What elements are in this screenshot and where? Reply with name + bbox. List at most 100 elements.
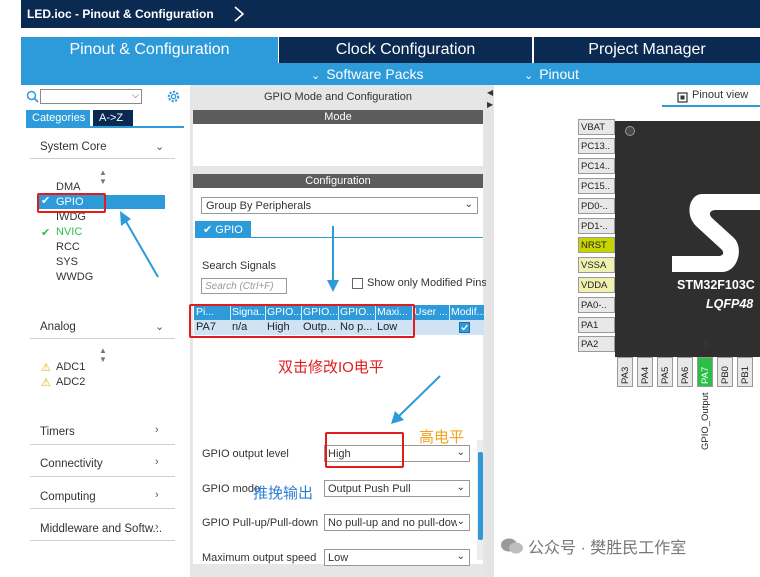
pin1-marker bbox=[625, 126, 635, 136]
gear-icon[interactable] bbox=[166, 89, 181, 104]
chevron-down-icon: ⌄ bbox=[456, 516, 465, 527]
pushpin-icon bbox=[702, 338, 710, 350]
sub-menu-bar: ⌄ Software Packs ⌄ Pinout bbox=[21, 63, 760, 85]
pinout-menu[interactable]: ⌄ Pinout bbox=[524, 66, 579, 82]
modified-checkbox[interactable] bbox=[459, 322, 470, 333]
pin-pa5[interactable]: PA5 bbox=[657, 357, 673, 387]
pin-vssa[interactable]: VSSA bbox=[578, 257, 615, 273]
pin-vbat[interactable]: VBAT bbox=[578, 119, 615, 135]
gpio-output-level-label: GPIO output level bbox=[202, 448, 289, 460]
divider bbox=[26, 126, 184, 128]
watermark-text: 公众号 · 樊胜民工作室 bbox=[528, 540, 687, 557]
divider bbox=[30, 158, 175, 159]
chevron-down-icon[interactable]: ⌄ bbox=[155, 140, 164, 153]
chevron-down-icon[interactable]: ⌄ bbox=[155, 320, 164, 333]
pin-pa1[interactable]: PA1 bbox=[578, 317, 615, 333]
search-icon[interactable] bbox=[26, 90, 39, 103]
category-search-input[interactable]: ⌵ bbox=[40, 89, 142, 104]
pin-pa6[interactable]: PA6 bbox=[677, 357, 693, 387]
list-item-rcc[interactable]: RCC bbox=[56, 241, 80, 253]
max-output-speed-select[interactable]: Low ⌄ bbox=[324, 549, 470, 566]
mode-header: Mode bbox=[193, 110, 483, 124]
st-logo-icon bbox=[672, 194, 760, 272]
annotation-box-table bbox=[189, 304, 415, 338]
gpio-pull-label: GPIO Pull-up/Pull-down bbox=[202, 517, 319, 529]
show-modified-label: Show only Modified Pins bbox=[367, 277, 487, 289]
gpio-mode-select[interactable]: Output Push Pull ⌄ bbox=[324, 480, 470, 497]
section-connectivity[interactable]: Connectivity bbox=[40, 458, 103, 470]
gpio-pull-select[interactable]: No pull-up and no pull-down ⌄ bbox=[324, 514, 470, 531]
list-item-adc2[interactable]: ADC2 bbox=[56, 376, 85, 388]
main-tabs: Pinout & Configuration Clock Configurati… bbox=[21, 37, 760, 63]
search-signals-input[interactable]: Search (Ctrl+F) bbox=[201, 278, 287, 294]
pin-nrst[interactable]: NRST bbox=[578, 237, 615, 253]
divider bbox=[30, 508, 175, 509]
list-item-sys[interactable]: SYS bbox=[56, 256, 78, 268]
pin-pc15[interactable]: PC15.. bbox=[578, 178, 615, 194]
check-icon bbox=[461, 324, 468, 331]
annotation-box-gpio bbox=[37, 193, 106, 213]
panel-splitter[interactable] bbox=[486, 85, 494, 577]
column-header[interactable]: User ... bbox=[414, 306, 448, 318]
tab-project-manager[interactable]: Project Manager bbox=[534, 37, 760, 63]
pin-pa4[interactable]: PA4 bbox=[637, 357, 653, 387]
tab-pinout-configuration[interactable]: Pinout & Configuration bbox=[21, 37, 278, 63]
tab-a-z[interactable]: A->Z bbox=[93, 110, 133, 126]
list-item-dma[interactable]: DMA bbox=[56, 181, 80, 193]
column-header[interactable]: Modif... bbox=[451, 306, 484, 318]
tab-clock-configuration[interactable]: Clock Configuration bbox=[279, 37, 532, 63]
chevron-right-icon[interactable]: › bbox=[155, 521, 159, 533]
divider bbox=[30, 476, 175, 477]
pin-pa0[interactable]: PA0-.. bbox=[578, 297, 615, 313]
scrollbar-thumb[interactable] bbox=[478, 452, 483, 540]
chevron-down-icon: ⌄ bbox=[464, 199, 473, 210]
chevron-right-icon[interactable]: › bbox=[155, 456, 159, 468]
max-output-speed-label: Maximum output speed bbox=[202, 552, 317, 564]
pin-pb1[interactable]: PB1 bbox=[737, 357, 753, 387]
group-by-select[interactable]: Group By Peripherals ⌄ bbox=[201, 197, 478, 214]
chip-name: STM32F103C bbox=[677, 278, 755, 292]
pin-vdda[interactable]: VDDA bbox=[578, 277, 615, 293]
section-analog[interactable]: Analog bbox=[40, 321, 76, 333]
section-computing[interactable]: Computing bbox=[40, 491, 96, 503]
warning-icon: ⚠ bbox=[41, 377, 51, 389]
collapse-left-icon[interactable]: ◀ bbox=[487, 88, 493, 97]
breadcrumb-chevron-icon bbox=[234, 6, 245, 22]
pin-pc13[interactable]: PC13.. bbox=[578, 138, 615, 154]
chevron-down-icon: ⌄ bbox=[524, 70, 534, 82]
window-title: LED.ioc - Pinout & Configuration bbox=[27, 7, 214, 21]
annotation-push-pull: 推挽输出 bbox=[253, 485, 314, 502]
chevron-down-icon: ⌄ bbox=[311, 70, 321, 82]
sort-icon[interactable]: ▲ ▼ bbox=[99, 346, 107, 364]
tab-gpio[interactable]: ✔ GPIO bbox=[195, 221, 251, 237]
section-middleware[interactable]: Middleware and Softw... bbox=[40, 523, 162, 535]
list-item-wwdg[interactable]: WWDG bbox=[56, 271, 93, 283]
mode-area bbox=[193, 124, 483, 166]
pin-pd1[interactable]: PD1-.. bbox=[578, 218, 615, 234]
chip-package: LQFP48 bbox=[706, 297, 754, 311]
show-modified-checkbox[interactable] bbox=[352, 278, 363, 289]
check-circle-icon: ✔ bbox=[203, 224, 213, 236]
annotation-high-level: 高电平 bbox=[419, 429, 465, 446]
pin-pb0[interactable]: PB0 bbox=[717, 357, 733, 387]
pin-pc14[interactable]: PC14.. bbox=[578, 158, 615, 174]
pin-pa2[interactable]: PA2 bbox=[578, 336, 615, 352]
chevron-down-icon: ⌄ bbox=[456, 551, 465, 562]
tab-pinout-view[interactable]: Pinout view bbox=[662, 89, 760, 105]
check-icon: ✔ bbox=[41, 227, 51, 239]
tab-categories[interactable]: Categories bbox=[26, 110, 90, 126]
list-item-adc1[interactable]: ADC1 bbox=[56, 361, 85, 373]
chevron-right-icon[interactable]: › bbox=[155, 424, 159, 436]
software-packs-menu[interactable]: ⌄ Software Packs bbox=[311, 66, 423, 82]
chevron-right-icon[interactable]: › bbox=[155, 489, 159, 501]
pin-pa7[interactable]: PA7 bbox=[697, 357, 713, 387]
sort-icon[interactable]: ▲ ▼ bbox=[99, 168, 107, 186]
list-item-nvic[interactable]: NVIC bbox=[56, 226, 82, 238]
section-system-core[interactable]: System Core bbox=[40, 141, 106, 153]
divider bbox=[662, 105, 760, 107]
pin-pd0[interactable]: PD0-.. bbox=[578, 198, 615, 214]
pa7-signal-label: GPIO_Output bbox=[700, 392, 711, 450]
section-timers[interactable]: Timers bbox=[40, 426, 75, 438]
collapse-right-icon[interactable]: ▶ bbox=[487, 100, 493, 109]
pin-pa3[interactable]: PA3 bbox=[617, 357, 633, 387]
